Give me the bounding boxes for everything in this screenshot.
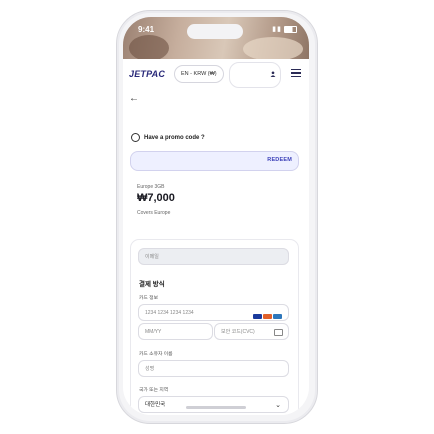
email-field[interactable]: 이메일 [138, 248, 289, 265]
background-photo-shape [129, 35, 169, 61]
promo-code-input[interactable]: REDEEM [130, 151, 299, 171]
dynamic-island [187, 24, 243, 39]
language-currency-selector[interactable]: EN - KRW (₩) [174, 65, 224, 83]
cvc-card-icon [274, 329, 283, 336]
account-button[interactable] [229, 62, 281, 88]
stage: 9:41 ▮▮ JETPAC EN - KRW (₩) ← Have a pro… [0, 0, 434, 434]
promo-code-label: Have a promo code ? [144, 135, 205, 142]
status-bar: 9:41 ▮▮ [123, 17, 309, 61]
expiry-field[interactable]: MM/YY [138, 323, 213, 340]
back-arrow-icon[interactable]: ← [129, 93, 139, 104]
payment-form: 이메일 결제 방식 카드 정보 1234 1234 1234 1234 MM/Y… [130, 239, 299, 415]
jetpac-logo[interactable]: JETPAC [129, 69, 165, 79]
plan-price: ₩7,000 [137, 192, 175, 204]
cardholder-label: 카드 소유자 이름 [139, 352, 173, 357]
mastercard-icon [263, 314, 272, 319]
signal-icon: ▮▮ [272, 26, 282, 33]
status-time: 9:41 [138, 25, 155, 34]
battery-icon [284, 25, 297, 33]
country-select[interactable]: 대한민국 ⌄ [138, 396, 289, 413]
card-number-placeholder: 1234 1234 1234 1234 [145, 310, 194, 316]
top-header: JETPAC EN - KRW (₩) [123, 59, 309, 89]
plan-name: Europe 3GB [137, 184, 165, 190]
redeem-button[interactable]: REDEEM [267, 157, 292, 163]
country-label: 국가 또는 지역 [139, 388, 169, 393]
card-number-field[interactable]: 1234 1234 1234 1234 [138, 304, 289, 321]
hamburger-menu-icon[interactable] [291, 69, 301, 79]
status-icons: ▮▮ [272, 25, 297, 33]
card-info-label: 카드 정보 [139, 296, 158, 301]
user-icon [270, 71, 276, 77]
promo-code-row[interactable]: Have a promo code ? [131, 133, 205, 142]
gift-icon [131, 133, 140, 142]
plan-coverage: Covers Europe [137, 210, 171, 216]
cvc-field[interactable]: 보안 코드(CVC) [214, 323, 289, 340]
cvc-placeholder: 보안 코드(CVC) [221, 329, 255, 335]
home-indicator [186, 406, 246, 409]
checkout-body: ← Have a promo code ? REDEEM Europe 3GB … [123, 89, 309, 415]
cardholder-name-field[interactable]: 성명 [138, 360, 289, 377]
country-value: 대한민국 [145, 402, 166, 408]
amex-icon [273, 314, 282, 319]
chevron-down-icon: ⌄ [275, 402, 281, 409]
background-photo-shape [243, 37, 303, 61]
payment-method-title: 결제 방식 [139, 281, 165, 288]
phone-screen: 9:41 ▮▮ JETPAC EN - KRW (₩) ← Have a pro… [123, 17, 309, 415]
visa-icon [253, 314, 262, 319]
